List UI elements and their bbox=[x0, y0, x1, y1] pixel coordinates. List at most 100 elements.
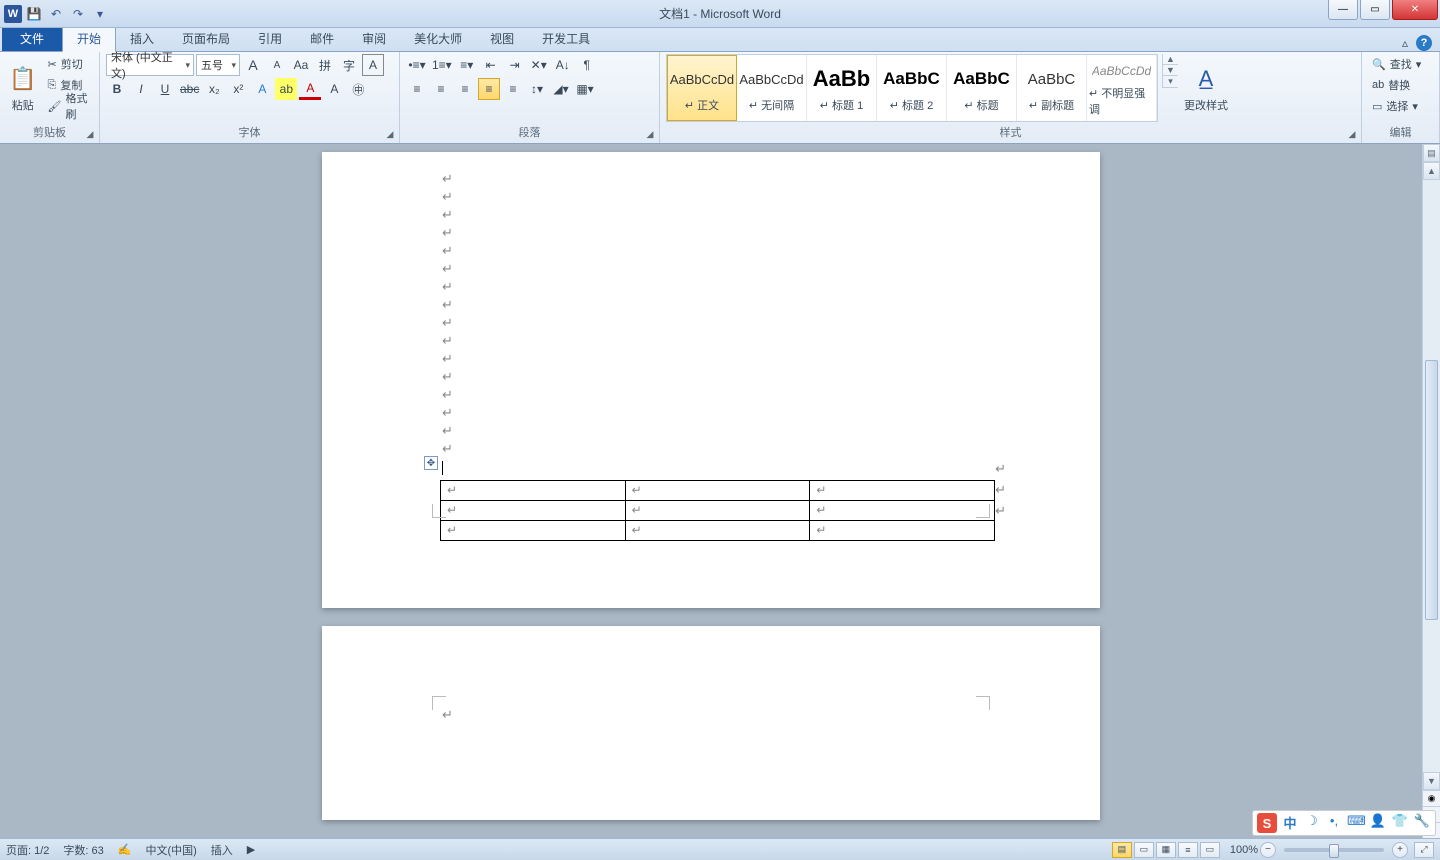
align-right-button[interactable]: ≡ bbox=[454, 78, 476, 100]
insert-mode[interactable]: 插入 bbox=[211, 842, 233, 858]
char-shade-button[interactable]: A bbox=[323, 78, 345, 100]
sort-button[interactable]: A↓ bbox=[552, 54, 574, 76]
enclose-char-button[interactable]: ㊥ bbox=[347, 78, 369, 100]
tab-insert[interactable]: 插入 bbox=[116, 26, 168, 51]
cut-button[interactable]: ✂剪切 bbox=[44, 54, 93, 74]
style-item[interactable]: AaBbC↵ 标题 2 bbox=[877, 55, 947, 121]
char-shading-button[interactable]: A bbox=[362, 54, 384, 76]
zoom-slider[interactable] bbox=[1284, 848, 1384, 852]
superscript-button[interactable]: x² bbox=[227, 78, 249, 100]
table-cell[interactable]: ↵ bbox=[810, 521, 995, 541]
shrink-font-button[interactable]: A bbox=[266, 54, 288, 76]
table-cell[interactable]: ↵ bbox=[441, 501, 626, 521]
style-item[interactable]: AaBbC↵ 副标题 bbox=[1017, 55, 1087, 121]
justify-button[interactable]: ≡ bbox=[478, 78, 500, 100]
style-scroll-more-icon[interactable]: ▾ bbox=[1163, 76, 1178, 88]
minimize-ribbon-icon[interactable]: ▵ bbox=[1402, 36, 1408, 50]
table-row[interactable]: ↵↵↵ bbox=[441, 501, 995, 521]
shading-button[interactable]: ◢▾ bbox=[550, 78, 572, 100]
ime-punct-icon[interactable]: •, bbox=[1325, 813, 1343, 833]
zoom-in-button[interactable]: + bbox=[1392, 842, 1408, 858]
show-marks-button[interactable]: ¶ bbox=[576, 54, 598, 76]
ruler-toggle-icon[interactable]: ▤ bbox=[1423, 144, 1440, 162]
tab-references[interactable]: 引用 bbox=[244, 26, 296, 51]
ime-lang-icon[interactable]: 中 bbox=[1281, 813, 1299, 833]
tab-page-layout[interactable]: 页面布局 bbox=[168, 26, 244, 51]
decrease-indent-button[interactable]: ⇤ bbox=[480, 54, 502, 76]
replace-button[interactable]: ab替换 bbox=[1368, 75, 1425, 95]
paragraph-launcher-icon[interactable]: ◢ bbox=[643, 127, 657, 141]
underline-button[interactable]: U bbox=[154, 78, 176, 100]
style-item[interactable]: AaBbCcDd↵ 不明显强调 bbox=[1087, 55, 1157, 121]
ime-softkb-icon[interactable]: ⌨ bbox=[1347, 813, 1365, 833]
styles-launcher-icon[interactable]: ◢ bbox=[1345, 127, 1359, 141]
ime-toolbar[interactable]: S 中 ☽ •, ⌨ 👤 👕 🔧 bbox=[1252, 810, 1436, 836]
format-painter-button[interactable]: 🖌格式刷 bbox=[44, 96, 93, 116]
fullscreen-view-icon[interactable]: ▭ bbox=[1134, 842, 1154, 858]
style-scroll-down-icon[interactable]: ▼ bbox=[1163, 65, 1178, 76]
tab-developer[interactable]: 开发工具 bbox=[528, 26, 604, 51]
word-app-icon[interactable]: W bbox=[4, 5, 22, 23]
table-cell[interactable]: ↵ bbox=[810, 481, 995, 501]
page-indicator[interactable]: 页面: 1/2 bbox=[6, 842, 49, 858]
table-move-handle-icon[interactable]: ✥ bbox=[424, 456, 438, 470]
change-styles-button[interactable]: A̲ 更改样式 bbox=[1182, 54, 1230, 122]
tab-mailings[interactable]: 邮件 bbox=[296, 26, 348, 51]
document-table[interactable]: ↵↵↵↵↵↵↵↵↵ bbox=[440, 480, 995, 541]
scroll-down-icon[interactable]: ▼ bbox=[1423, 772, 1440, 790]
sogou-ime-icon[interactable]: S bbox=[1257, 813, 1277, 833]
prev-page-icon[interactable]: ◉ bbox=[1423, 790, 1440, 806]
table-cell[interactable]: ↵ bbox=[625, 521, 810, 541]
tab-home[interactable]: 开始 bbox=[62, 25, 116, 52]
scroll-track[interactable] bbox=[1423, 180, 1440, 772]
table-cell[interactable]: ↵ bbox=[441, 481, 626, 501]
distribute-button[interactable]: ≡ bbox=[502, 78, 524, 100]
line-spacing-button[interactable]: ↕▾ bbox=[526, 78, 548, 100]
maximize-button[interactable]: ▭ bbox=[1360, 0, 1390, 20]
document-page-2[interactable]: ↵ bbox=[322, 626, 1100, 820]
draft-view-icon[interactable]: ▭ bbox=[1200, 842, 1220, 858]
font-launcher-icon[interactable]: ◢ bbox=[383, 127, 397, 141]
bold-button[interactable]: B bbox=[106, 78, 128, 100]
ltr-button[interactable]: ✕▾ bbox=[528, 54, 550, 76]
help-icon[interactable]: ? bbox=[1416, 35, 1432, 51]
document-scroll-area[interactable]: ↵↵↵↵↵↵↵↵↵↵↵↵↵↵↵↵ ✥ ↵↵↵↵↵↵↵↵↵ ↵ ↵ ↵ ↵ bbox=[0, 144, 1422, 838]
macro-record-icon[interactable]: ▶ bbox=[247, 843, 255, 856]
word-count[interactable]: 字数: 63 bbox=[63, 842, 103, 858]
grow-font-button[interactable]: A bbox=[242, 54, 264, 76]
outline-view-icon[interactable]: ≡ bbox=[1178, 842, 1198, 858]
style-item[interactable]: AaBbCcDd↵ 正文 bbox=[667, 55, 737, 121]
tab-view[interactable]: 视图 bbox=[476, 26, 528, 51]
close-button[interactable]: ✕ bbox=[1392, 0, 1438, 20]
web-view-icon[interactable]: ▦ bbox=[1156, 842, 1176, 858]
select-button[interactable]: ▭选择▾ bbox=[1368, 96, 1425, 116]
undo-icon[interactable]: ↶ bbox=[46, 4, 66, 24]
align-left-button[interactable]: ≡ bbox=[406, 78, 428, 100]
clipboard-launcher-icon[interactable]: ◢ bbox=[83, 127, 97, 141]
scroll-thumb[interactable] bbox=[1425, 360, 1438, 620]
ime-skin-icon[interactable]: 👕 bbox=[1391, 813, 1409, 833]
multilevel-list-button[interactable]: ≡▾ bbox=[456, 54, 478, 76]
print-layout-view-icon[interactable]: ▤ bbox=[1112, 842, 1132, 858]
bullets-button[interactable]: •≡▾ bbox=[406, 54, 428, 76]
font-color-button[interactable]: A bbox=[299, 78, 321, 100]
tab-review[interactable]: 审阅 bbox=[348, 26, 400, 51]
text-effects-button[interactable]: A bbox=[251, 78, 273, 100]
ime-person-icon[interactable]: 👤 bbox=[1369, 813, 1387, 833]
tab-file[interactable]: 文件 bbox=[2, 26, 62, 51]
change-case-button[interactable]: Aa bbox=[290, 54, 312, 76]
table-row[interactable]: ↵↵↵ bbox=[441, 481, 995, 501]
increase-indent-button[interactable]: ⇥ bbox=[504, 54, 526, 76]
redo-icon[interactable]: ↷ bbox=[68, 4, 88, 24]
ime-moon-icon[interactable]: ☽ bbox=[1303, 813, 1321, 833]
table-row[interactable]: ↵↵↵ bbox=[441, 521, 995, 541]
document-page-1[interactable]: ↵↵↵↵↵↵↵↵↵↵↵↵↵↵↵↵ ✥ ↵↵↵↵↵↵↵↵↵ ↵ ↵ ↵ bbox=[322, 152, 1100, 608]
zoom-out-button[interactable]: − bbox=[1260, 842, 1276, 858]
style-item[interactable]: AaBb↵ 标题 1 bbox=[807, 55, 877, 121]
language-indicator[interactable]: 中文(中国) bbox=[145, 842, 196, 858]
tab-beautify[interactable]: 美化大师 bbox=[400, 26, 476, 51]
font-size-select[interactable]: 五号 bbox=[196, 54, 240, 76]
font-name-select[interactable]: 宋体 (中文正文) bbox=[106, 54, 194, 76]
numbering-button[interactable]: 1≡▾ bbox=[430, 54, 454, 76]
italic-button[interactable]: I bbox=[130, 78, 152, 100]
